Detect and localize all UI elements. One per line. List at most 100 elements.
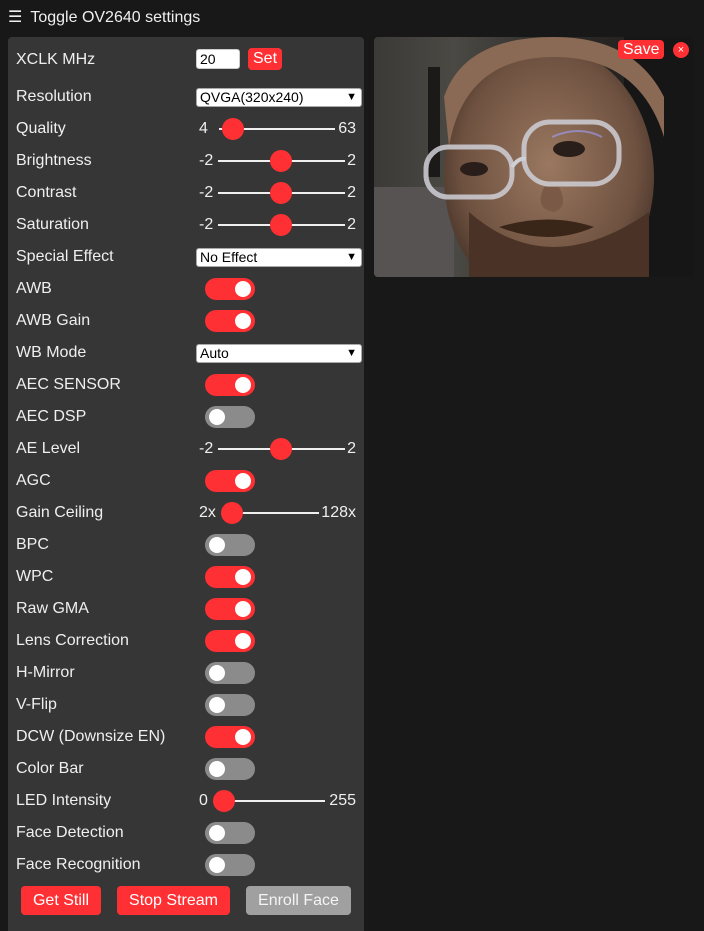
awb-row: AWB: [16, 276, 356, 302]
v-flip-label: V-Flip: [16, 696, 57, 713]
menu-icon: ☰: [8, 9, 23, 26]
v-flip-switch[interactable]: [205, 694, 255, 716]
dcw-switch[interactable]: [205, 726, 255, 748]
ae-level-min: -2: [199, 440, 214, 457]
get-still-button[interactable]: Get Still: [21, 886, 101, 915]
settings-toggle[interactable]: ☰ Toggle OV2640 settings: [8, 9, 200, 27]
raw-gma-switch[interactable]: [205, 598, 255, 620]
awb-label: AWB: [16, 280, 52, 297]
switch-knob: [209, 409, 225, 425]
dcw-row: DCW (Downsize EN): [16, 724, 356, 750]
aec-sensor-label: AEC SENSOR: [16, 376, 121, 393]
contrast-slider-thumb[interactable]: [270, 182, 292, 204]
switch-knob: [209, 857, 225, 873]
stop-stream-button[interactable]: Stop Stream: [117, 886, 230, 915]
saturation-min: -2: [199, 216, 214, 233]
resolution-label: Resolution: [16, 88, 92, 105]
bpc-switch[interactable]: [205, 534, 255, 556]
settings-toggle-label: Toggle OV2640 settings: [30, 9, 201, 26]
ae-level-slider-thumb[interactable]: [270, 438, 292, 460]
quality-row: Quality 4 63: [16, 116, 356, 142]
face-detection-switch[interactable]: [205, 822, 255, 844]
close-icon[interactable]: ×: [673, 42, 689, 58]
quality-max: 63: [338, 120, 356, 137]
aec-dsp-row: AEC DSP: [16, 404, 356, 430]
face-recognition-label: Face Recognition: [16, 856, 141, 873]
switch-knob: [235, 633, 251, 649]
quality-label: Quality: [16, 120, 66, 137]
ae-level-row: AE Level -2 2: [16, 436, 356, 462]
h-mirror-row: H-Mirror: [16, 660, 356, 686]
brightness-max: 2: [347, 152, 356, 169]
ae-level-max: 2: [347, 440, 356, 457]
switch-knob: [209, 825, 225, 841]
brightness-row: Brightness -2 2: [16, 148, 356, 174]
led-intensity-label: LED Intensity: [16, 792, 112, 809]
save-button[interactable]: Save: [618, 40, 665, 59]
quality-slider-thumb[interactable]: [222, 118, 244, 140]
resolution-select[interactable]: QVGA(320x240) ▼: [196, 88, 362, 107]
xclk-set-button[interactable]: Set: [248, 48, 283, 70]
wb-mode-row: WB Mode Auto ▼: [16, 340, 362, 366]
page: ☰ Toggle OV2640 settings XCLK MHz 20 Set…: [0, 0, 704, 931]
lens-correction-switch[interactable]: [205, 630, 255, 652]
saturation-max: 2: [347, 216, 356, 233]
saturation-slider-thumb[interactable]: [270, 214, 292, 236]
raw-gma-row: Raw GMA: [16, 596, 356, 622]
aec-dsp-label: AEC DSP: [16, 408, 87, 425]
aec-dsp-switch[interactable]: [205, 406, 255, 428]
brightness-label: Brightness: [16, 152, 92, 169]
v-flip-row: V-Flip: [16, 692, 356, 718]
raw-gma-label: Raw GMA: [16, 600, 89, 617]
special-effect-label: Special Effect: [16, 248, 114, 265]
awb-gain-row: AWB Gain: [16, 308, 356, 334]
led-intensity-track[interactable]: [222, 800, 325, 802]
switch-knob: [235, 569, 251, 585]
saturation-row: Saturation -2 2: [16, 212, 356, 238]
agc-switch[interactable]: [205, 470, 255, 492]
wpc-switch[interactable]: [205, 566, 255, 588]
switch-knob: [235, 601, 251, 617]
color-bar-row: Color Bar: [16, 756, 356, 782]
wb-mode-label: WB Mode: [16, 344, 87, 361]
face-recognition-switch[interactable]: [205, 854, 255, 876]
lens-correction-label: Lens Correction: [16, 632, 129, 649]
stream-image: [374, 37, 694, 277]
switch-knob: [235, 313, 251, 329]
awb-switch[interactable]: [205, 278, 255, 300]
contrast-min: -2: [199, 184, 214, 201]
awb-gain-label: AWB Gain: [16, 312, 91, 329]
wb-mode-select[interactable]: Auto ▼: [196, 344, 362, 363]
chevron-down-icon: ▼: [346, 251, 357, 263]
switch-knob: [235, 281, 251, 297]
gain-ceiling-label: Gain Ceiling: [16, 504, 104, 521]
agc-label: AGC: [16, 472, 51, 489]
color-bar-switch[interactable]: [205, 758, 255, 780]
dcw-label: DCW (Downsize EN): [16, 728, 166, 745]
enroll-face-button[interactable]: Enroll Face: [246, 886, 351, 915]
quality-min: 4: [199, 120, 208, 137]
switch-knob: [209, 697, 225, 713]
h-mirror-switch[interactable]: [205, 662, 255, 684]
gain-ceiling-slider-thumb[interactable]: [221, 502, 243, 524]
color-bar-label: Color Bar: [16, 760, 84, 777]
xclk-row: XCLK MHz 20 Set: [16, 47, 356, 73]
brightness-slider-thumb[interactable]: [270, 150, 292, 172]
face-detection-label: Face Detection: [16, 824, 124, 841]
special-effect-select[interactable]: No Effect ▼: [196, 248, 362, 267]
bpc-row: BPC: [16, 532, 356, 558]
gain-ceiling-max: 128x: [321, 504, 356, 521]
xclk-input[interactable]: 20: [196, 49, 240, 69]
brightness-min: -2: [199, 152, 214, 169]
wpc-label: WPC: [16, 568, 54, 585]
special-effect-value: No Effect: [200, 249, 258, 265]
camera-frame-illustration: [374, 37, 694, 277]
aec-sensor-switch[interactable]: [205, 374, 255, 396]
switch-knob: [235, 473, 251, 489]
awb-gain-switch[interactable]: [205, 310, 255, 332]
switch-knob: [209, 537, 225, 553]
led-intensity-slider-thumb[interactable]: [213, 790, 235, 812]
chevron-down-icon: ▼: [346, 91, 357, 103]
contrast-row: Contrast -2 2: [16, 180, 356, 206]
wb-mode-value: Auto: [200, 345, 229, 361]
